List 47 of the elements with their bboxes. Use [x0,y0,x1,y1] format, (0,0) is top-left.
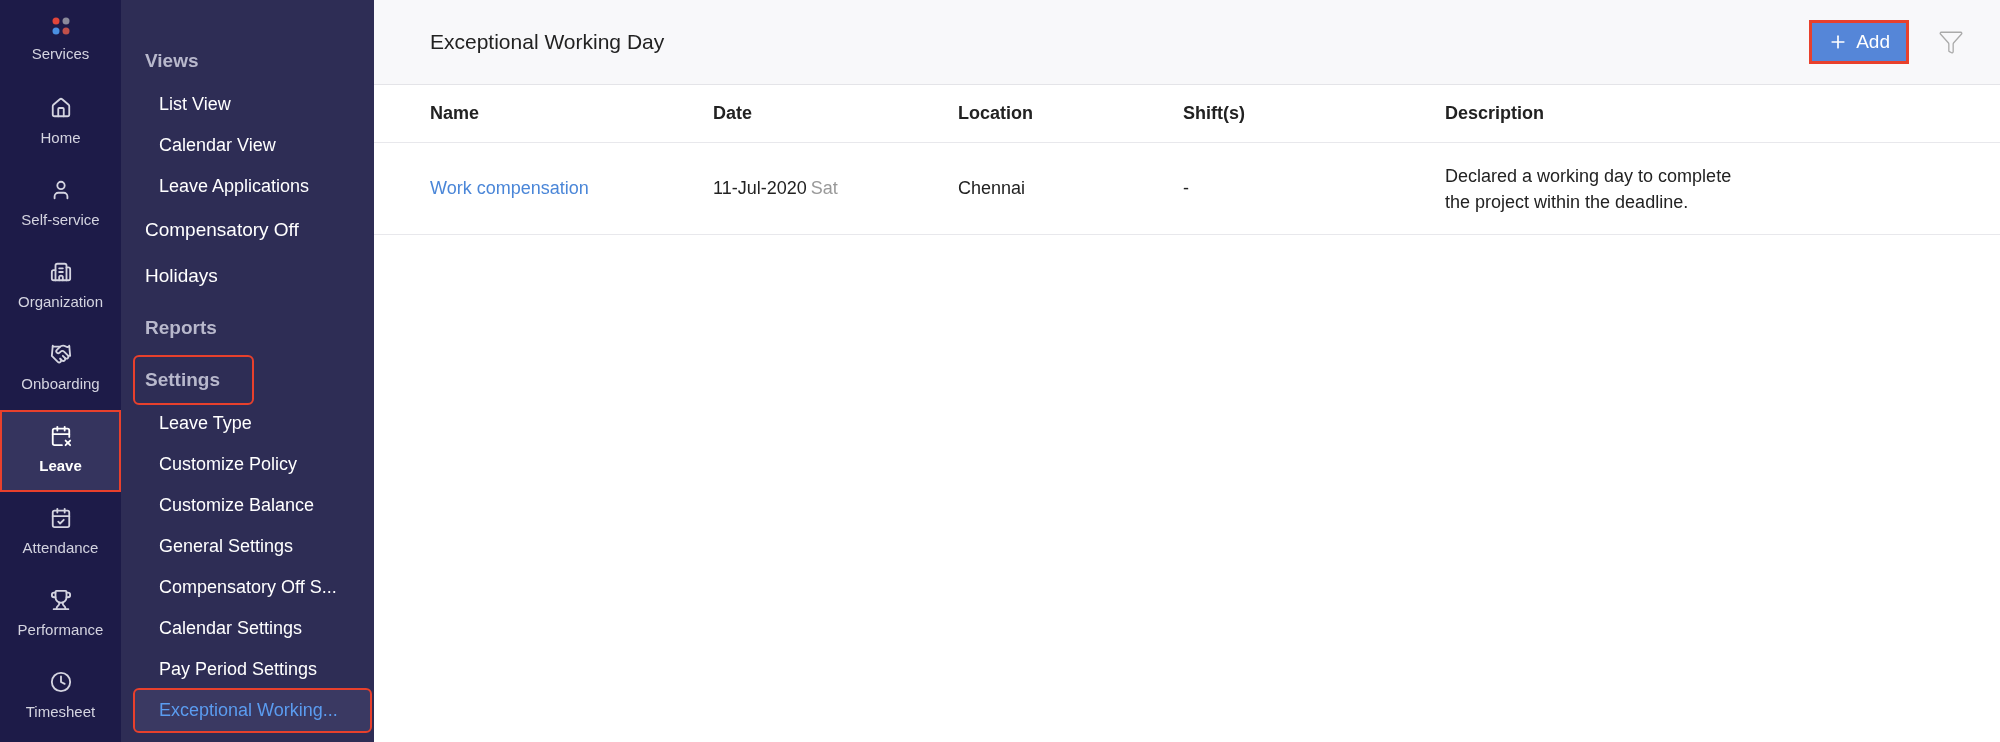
calendar-check-icon [49,506,72,529]
menu-item[interactable]: Customize Policy [135,444,360,485]
column-header: Description [1445,102,1546,125]
handshake-icon [49,342,72,365]
weekday-text: Sat [810,177,838,200]
name-link[interactable]: Work compensation [430,178,589,198]
rail-item[interactable]: Services [0,0,121,82]
column-header: Shift(s) [1183,102,1246,125]
clock-icon [49,670,72,693]
menu-item[interactable]: Leave Type [135,403,360,444]
rail-item[interactable]: Self-service [0,164,121,246]
rail-item[interactable]: Organization [0,246,121,328]
menu-item[interactable]: List View [135,84,360,125]
menu-item[interactable]: Exceptional Working... [135,690,370,731]
column-header: Date [713,102,753,125]
menu-item[interactable]: Holidays [135,253,360,299]
rail-item[interactable]: Onboarding [0,328,121,410]
column-header: Location [958,102,1034,125]
menu-item[interactable]: Views [135,38,360,84]
dots-icon [51,16,70,35]
rail-item[interactable]: Home [0,82,121,164]
rail-item[interactable]: Leave [0,410,121,492]
date-text: 11-Jul-2020 [713,177,807,200]
calendar-icon [49,424,72,447]
menu-item[interactable]: Calendar View [135,125,360,166]
page-title: Exceptional Working Day [430,29,666,56]
add-button[interactable]: Add [1812,23,1906,61]
menu-item[interactable]: Pay Period Settings [135,649,360,690]
rail-item[interactable]: Attendance [0,492,121,574]
menu-item[interactable]: Customize Balance [135,485,360,526]
menu-item[interactable]: Compensatory Off [135,207,360,253]
shift-text: - [1183,178,1189,198]
home-icon [49,96,72,119]
column-header: Name [430,102,481,125]
menu-item[interactable]: Leave Applications [135,166,360,207]
menu-item[interactable]: Calendar Settings [135,608,360,649]
rail-item[interactable]: Performance [0,574,121,656]
rail-item[interactable]: Timesheet [0,656,121,738]
filter-icon[interactable] [1938,29,1964,55]
description-text: Declared a working day to complete the project within the deadline. [1445,164,1733,214]
trophy-icon [49,588,72,611]
location-text: Chennai [958,178,1026,198]
menu-item[interactable]: Settings [135,357,252,403]
menu-item[interactable]: Compensatory Off S... [135,567,360,608]
menu-item[interactable]: Reports [135,305,360,351]
building-icon [49,260,72,283]
menu-item[interactable]: General Settings [135,526,360,567]
